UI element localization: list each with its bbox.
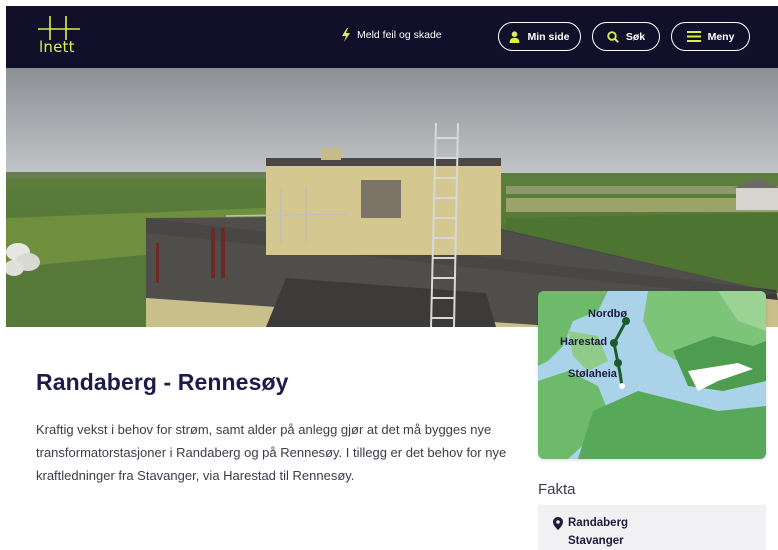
- map-label-nordbo: Nordbø: [588, 308, 627, 320]
- map-label-stolaheia: Stølaheia: [568, 368, 618, 380]
- page-title: Randaberg - Rennesøy: [36, 369, 289, 395]
- map-label-harestad: Harestad: [560, 336, 607, 348]
- logo-text[interactable]: lnett: [39, 38, 75, 56]
- facts-box: Randaberg Stavanger: [538, 505, 766, 550]
- site-header: lnett Meld feil og skade Min side Søk Me…: [6, 6, 778, 68]
- user-icon: [509, 30, 520, 43]
- facts-location-1: Randaberg: [568, 517, 629, 529]
- search-button[interactable]: Søk: [592, 22, 660, 51]
- report-fault-link[interactable]: Meld feil og skade: [341, 28, 442, 42]
- search-label: Søk: [625, 30, 646, 43]
- location-pin-icon: [553, 517, 563, 530]
- menu-button[interactable]: Meny: [671, 22, 750, 51]
- intro-paragraph: Kraftig vekst i behov for strøm, samt al…: [36, 422, 507, 483]
- menu-label: Meny: [707, 30, 735, 43]
- my-page-button[interactable]: Min side: [498, 22, 581, 51]
- map-graphic: Nordbø Harestad Stølaheia: [538, 291, 766, 459]
- hamburger-icon: [686, 31, 701, 42]
- lightning-icon: [342, 28, 350, 42]
- hero-image: [6, 68, 778, 327]
- facts-heading: Fakta: [538, 481, 576, 498]
- search-icon: [607, 30, 619, 43]
- my-page-label: Min side: [527, 30, 570, 43]
- substation-photo: [6, 68, 778, 327]
- page: lnett Meld feil og skade Min side Søk Me…: [6, 6, 778, 550]
- project-map[interactable]: Nordbø Harestad Stølaheia: [538, 291, 766, 459]
- report-fault-label: Meld feil og skade: [357, 29, 442, 41]
- facts-location-2: Stavanger: [568, 535, 624, 547]
